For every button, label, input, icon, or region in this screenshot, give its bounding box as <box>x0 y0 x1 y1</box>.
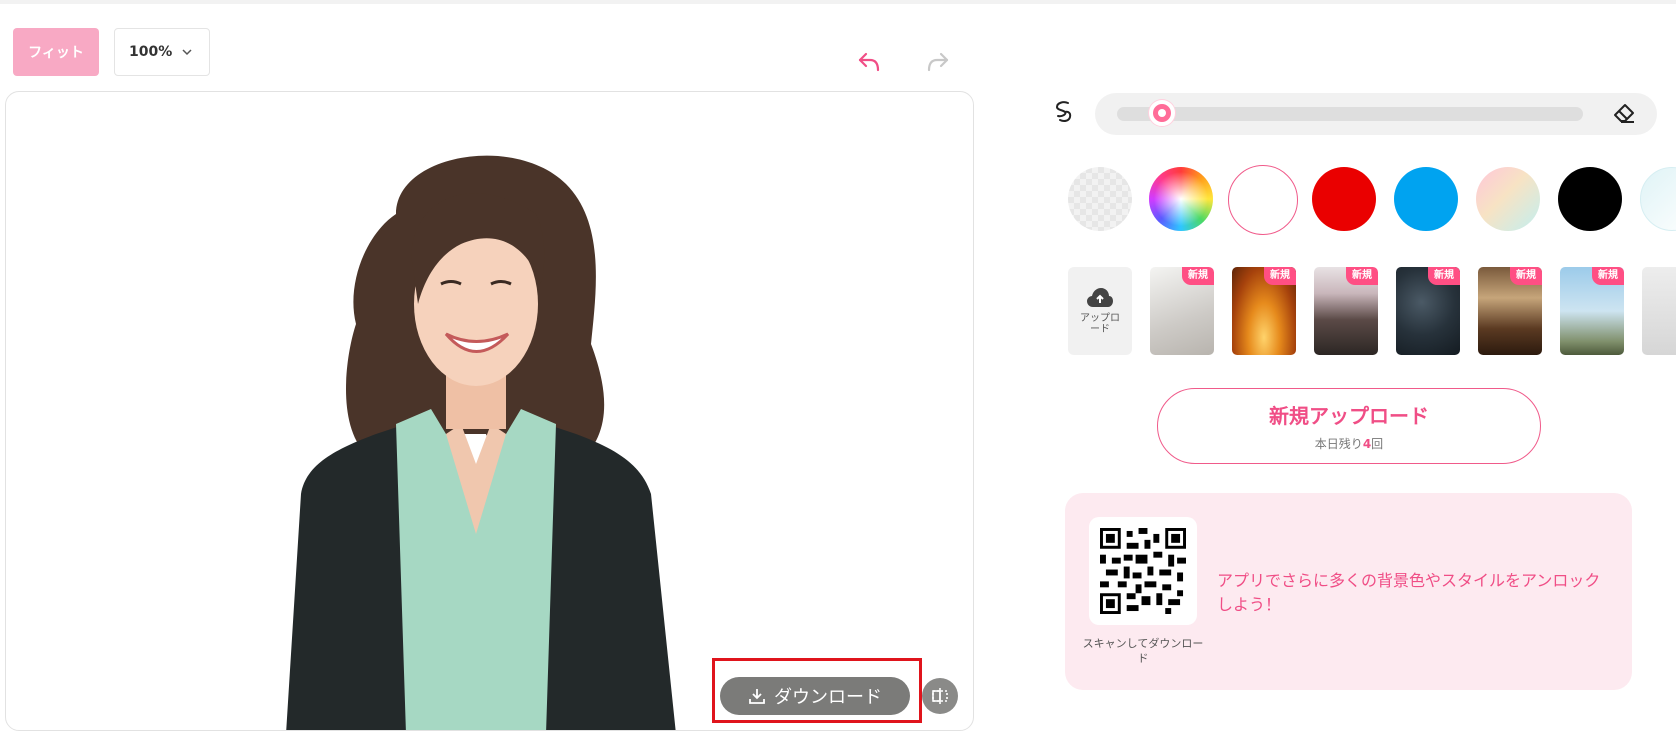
download-button[interactable]: ダウンロード <box>720 677 910 715</box>
chevron-down-icon <box>182 49 192 56</box>
background-color-swatches <box>1068 165 1676 235</box>
compare-icon <box>932 688 948 704</box>
swatch-white[interactable] <box>1228 165 1298 235</box>
new-badge: 新規 <box>1510 267 1542 285</box>
download-icon <box>749 689 765 704</box>
app-promo-banner: スキャンしてダウンロード アプリでさらに多くの背景色やスタイルをアンロックしよう… <box>1065 493 1632 690</box>
new-badge: 新規 <box>1346 267 1378 285</box>
zoom-select[interactable]: 100% <box>114 28 210 76</box>
compare-button[interactable] <box>922 678 958 714</box>
upload-tile-label: アップロード <box>1080 313 1120 335</box>
bg-thumb-eiffel-tower[interactable]: 新規 <box>1560 267 1624 355</box>
brush-icon[interactable] <box>1053 100 1075 124</box>
image-canvas[interactable] <box>5 91 974 731</box>
download-label: ダウンロード <box>774 687 882 708</box>
undo-icon[interactable] <box>858 52 880 72</box>
qr-code <box>1089 517 1197 625</box>
new-badge: 新規 <box>1592 267 1624 285</box>
redo-icon[interactable] <box>927 52 949 72</box>
swatch-color-picker[interactable] <box>1149 167 1213 231</box>
new-badge: 新規 <box>1428 267 1460 285</box>
bg-thumb-partial[interactable] <box>1642 267 1676 355</box>
fit-button[interactable]: フィット <box>13 28 99 76</box>
bg-thumb-light-wall[interactable]: 新規 <box>1150 267 1214 355</box>
swatch-red[interactable] <box>1312 167 1376 231</box>
new-badge: 新規 <box>1264 267 1296 285</box>
cloud-upload-icon <box>1087 288 1113 307</box>
swatch-transparent[interactable] <box>1068 167 1132 231</box>
zoom-value: 100% <box>129 44 173 60</box>
new-upload-button[interactable]: 新規アップロード 本日残り4回 <box>1157 388 1541 464</box>
portrait-image <box>286 155 676 730</box>
slider-knob[interactable] <box>1149 100 1175 126</box>
bg-thumb-library[interactable]: 新規 <box>1478 267 1542 355</box>
bg-thumb-pagoda[interactable]: 新規 <box>1314 267 1378 355</box>
new-badge: 新規 <box>1182 267 1214 285</box>
brush-size-slider[interactable] <box>1095 93 1657 135</box>
swatch-pastel-gradient[interactable] <box>1476 167 1540 231</box>
swatch-blue[interactable] <box>1394 167 1458 231</box>
bg-thumb-autumn-forest[interactable]: 新規 <box>1232 267 1296 355</box>
new-upload-title: 新規アップロード <box>1269 404 1429 428</box>
promo-text: アプリでさらに多くの背景色やスタイルをアンロックしよう！ <box>1217 571 1601 614</box>
background-image-list: アップロード 新規 新規 新規 新規 新規 新規 <box>1068 267 1676 357</box>
swatch-black[interactable] <box>1558 167 1622 231</box>
qr-caption: スキャンしてダウンロード <box>1082 637 1204 665</box>
slider-track <box>1117 107 1583 121</box>
qr-code-icon <box>1100 528 1186 614</box>
top-divider <box>0 0 1676 4</box>
swatch-light-gradient[interactable] <box>1640 167 1676 231</box>
eraser-icon[interactable] <box>1612 102 1636 124</box>
bg-thumb-dark-texture[interactable]: 新規 <box>1396 267 1460 355</box>
upload-tile[interactable]: アップロード <box>1068 267 1132 355</box>
remaining-count-text: 本日残り4回 <box>1314 437 1384 451</box>
